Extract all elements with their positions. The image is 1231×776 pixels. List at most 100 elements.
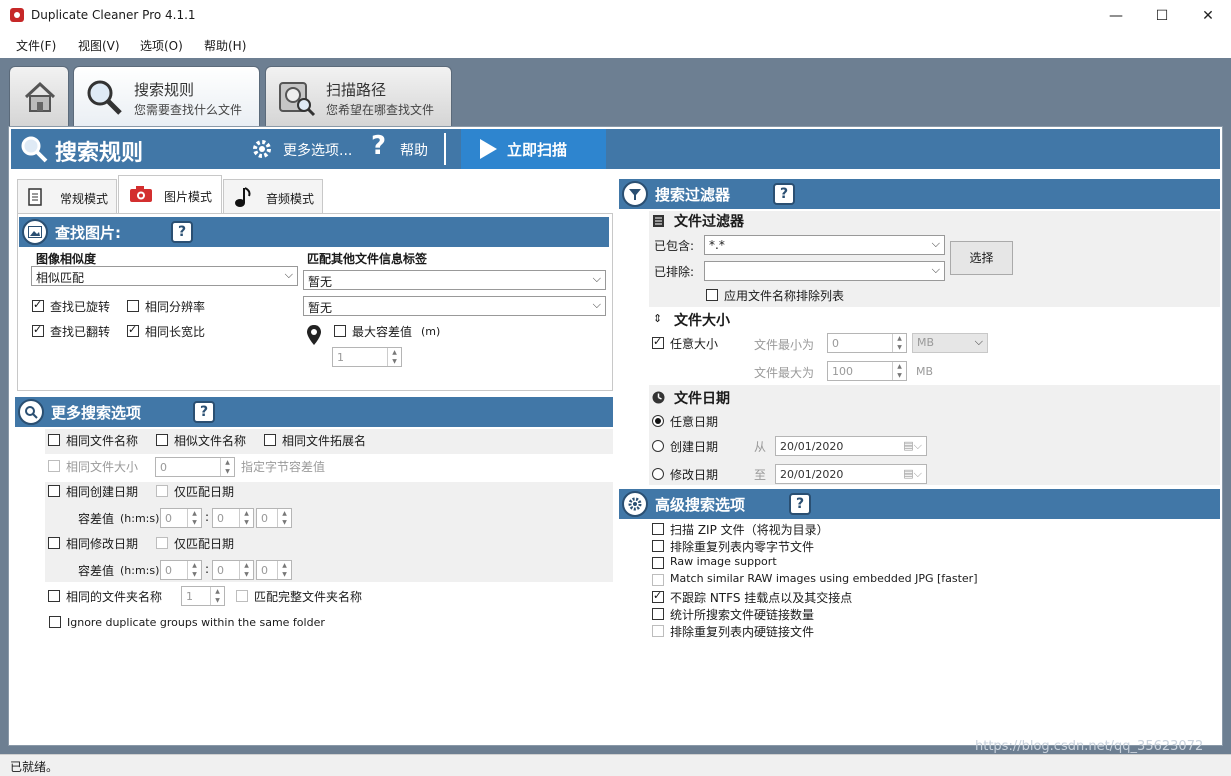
subtab-image-mode[interactable]: 图片模式: [118, 175, 222, 213]
spinner-arrows-icon[interactable]: ▲ ▼: [210, 587, 224, 605]
spinner-arrows-icon[interactable]: ▲ ▼: [892, 334, 906, 352]
tab-home[interactable]: [9, 66, 69, 126]
created-seconds-spinner[interactable]: 0 ▲ ▼: [256, 508, 292, 528]
to-date-picker[interactable]: 20/01/2020 ▤⌵: [775, 464, 927, 484]
help-button[interactable]: 帮助: [400, 140, 428, 160]
spinner-arrows-icon[interactable]: ▲ ▼: [892, 362, 906, 380]
spinner-arrows-icon[interactable]: ▲ ▼: [187, 561, 201, 579]
spinner-arrows-icon[interactable]: ▲ ▼: [239, 509, 253, 527]
tag-select-1[interactable]: 暂无 ⌵: [303, 270, 606, 290]
tab-scan-paths[interactable]: 扫描路径 您希望在哪查找文件: [265, 66, 452, 126]
spinner-arrows-icon[interactable]: ▲ ▼: [277, 509, 291, 527]
from-date-picker[interactable]: 20/01/2020 ▤⌵: [775, 436, 927, 456]
created-date-only-checkbox[interactable]: [156, 485, 168, 497]
location-pin-icon: [307, 325, 321, 345]
find-rotated-checkbox[interactable]: [32, 298, 44, 312]
same-modified-checkbox[interactable]: [48, 537, 60, 549]
include-label: 已包含:: [654, 239, 695, 253]
any-size-label: 任意大小: [670, 337, 719, 351]
spinner-arrows-icon[interactable]: ▲ ▼: [239, 561, 253, 579]
minimize-button[interactable]: —: [1093, 0, 1139, 32]
full-folder-checkbox[interactable]: [236, 590, 248, 602]
advanced-option-label: 扫描 ZIP 文件（将视为目录）: [670, 523, 829, 537]
find-images-help-icon[interactable]: ?: [171, 221, 193, 243]
more-options-button[interactable]: 更多选项...: [283, 140, 352, 160]
modified-date-only-checkbox[interactable]: [156, 537, 168, 549]
advanced-help-icon[interactable]: ?: [789, 493, 811, 515]
spinner-arrows-icon[interactable]: ▲ ▼: [220, 458, 234, 476]
created-date-only-label: 仅匹配日期: [174, 485, 235, 499]
exclude-select[interactable]: ⌵: [704, 261, 945, 281]
calendar-icon[interactable]: ▤⌵: [903, 439, 922, 453]
similar-name-checkbox[interactable]: [156, 434, 168, 446]
modified-minutes-spinner[interactable]: 0 ▲ ▼: [212, 560, 254, 580]
menu-file[interactable]: 文件(F): [16, 37, 56, 54]
advanced-option-checkbox[interactable]: [652, 589, 664, 603]
advanced-option-checkbox[interactable]: [652, 574, 664, 586]
created-date-radio[interactable]: [652, 440, 664, 452]
same-size-checkbox[interactable]: [48, 460, 60, 472]
advanced-option-checkbox[interactable]: [652, 608, 664, 620]
advanced-option-checkbox[interactable]: [652, 625, 664, 637]
advanced-option-checkbox[interactable]: [652, 557, 664, 569]
include-select[interactable]: *.* ⌵: [704, 235, 945, 255]
close-button[interactable]: ✕: [1185, 0, 1231, 32]
scan-now-button[interactable]: 立即扫描: [461, 129, 606, 169]
same-aspect-checkbox[interactable]: [127, 323, 139, 337]
max-size-spinner[interactable]: 100 ▲ ▼: [827, 361, 907, 381]
home-icon: [24, 81, 56, 112]
similar-name-label: 相似文件名称: [174, 434, 247, 448]
tab-scan-subtitle: 您希望在哪查找文件: [326, 103, 435, 117]
same-modified-label: 相同修改日期: [66, 537, 139, 551]
tag-select-2[interactable]: 暂无 ⌵: [303, 296, 606, 316]
any-size-checkbox[interactable]: [652, 335, 664, 349]
created-minutes-spinner[interactable]: 0 ▲ ▼: [212, 508, 254, 528]
tab-search-rules[interactable]: 搜索规则 您需要查找什么文件: [73, 66, 260, 128]
size-unit-select[interactable]: MB ⌵: [912, 333, 988, 353]
spinner-arrows-icon[interactable]: ▲ ▼: [277, 561, 291, 579]
page-title: 搜索规则: [55, 141, 144, 166]
same-name-checkbox[interactable]: [48, 434, 60, 446]
same-ext-checkbox[interactable]: [264, 434, 276, 446]
advanced-option-checkbox[interactable]: [652, 523, 664, 535]
modified-date-only-label: 仅匹配日期: [174, 537, 235, 551]
spinner-arrows-icon[interactable]: ▲ ▼: [387, 348, 401, 366]
min-size-spinner[interactable]: 0 ▲ ▼: [827, 333, 907, 353]
created-hours-spinner[interactable]: 0 ▲ ▼: [160, 508, 202, 528]
menu-help[interactable]: 帮助(H): [204, 37, 246, 54]
size-tolerance-spinner[interactable]: 0 ▲ ▼: [155, 457, 235, 477]
advanced-option-checkbox[interactable]: [652, 540, 664, 552]
search-filters-help-icon[interactable]: ?: [773, 183, 795, 205]
more-search-help-icon[interactable]: ?: [193, 401, 215, 423]
max-tolerance-checkbox[interactable]: [334, 325, 346, 337]
modified-seconds-spinner[interactable]: 0 ▲ ▼: [256, 560, 292, 580]
subtab-normal-mode[interactable]: 常规模式: [17, 179, 117, 213]
modified-date-radio[interactable]: [652, 468, 664, 480]
spinner-arrows-icon[interactable]: ▲ ▼: [187, 509, 201, 527]
menu-view[interactable]: 视图(V): [78, 37, 120, 54]
subtab-audio-mode[interactable]: 音频模式: [223, 179, 323, 213]
find-flipped-checkbox[interactable]: [32, 323, 44, 337]
folder-depth-spinner[interactable]: 1 ▲ ▼: [181, 586, 225, 606]
choose-button[interactable]: 选择: [950, 241, 1013, 275]
help-icon[interactable]: ?: [371, 131, 386, 161]
similarity-select[interactable]: 相似匹配 ⌵: [31, 266, 298, 286]
any-date-radio[interactable]: [652, 415, 664, 427]
ignore-groups-label: Ignore duplicate groups within the same …: [67, 616, 325, 629]
min-size-label: 文件最小为: [754, 338, 815, 352]
same-created-checkbox[interactable]: [48, 485, 60, 497]
ignore-groups-checkbox[interactable]: [49, 616, 61, 628]
same-ext-label: 相同文件拓展名: [282, 434, 367, 448]
same-resolution-checkbox[interactable]: [127, 300, 139, 312]
same-folder-checkbox[interactable]: [48, 590, 60, 602]
calendar-icon[interactable]: ▤⌵: [903, 467, 922, 481]
find-rotated-label: 查找已旋转: [50, 300, 111, 314]
gear-icon[interactable]: [251, 138, 273, 160]
maximize-button[interactable]: ☐: [1139, 0, 1185, 32]
chevron-down-icon: ⌵: [931, 237, 940, 250]
max-tolerance-spinner[interactable]: 1 ▲ ▼: [332, 347, 402, 367]
menu-options[interactable]: 选项(O): [140, 37, 183, 54]
workspace: 搜索规则 您需要查找什么文件 扫描路径 您希望在哪查找文件 搜索规则 更多选项.…: [0, 58, 1231, 754]
apply-exclude-checkbox[interactable]: [706, 289, 718, 301]
modified-hours-spinner[interactable]: 0 ▲ ▼: [160, 560, 202, 580]
